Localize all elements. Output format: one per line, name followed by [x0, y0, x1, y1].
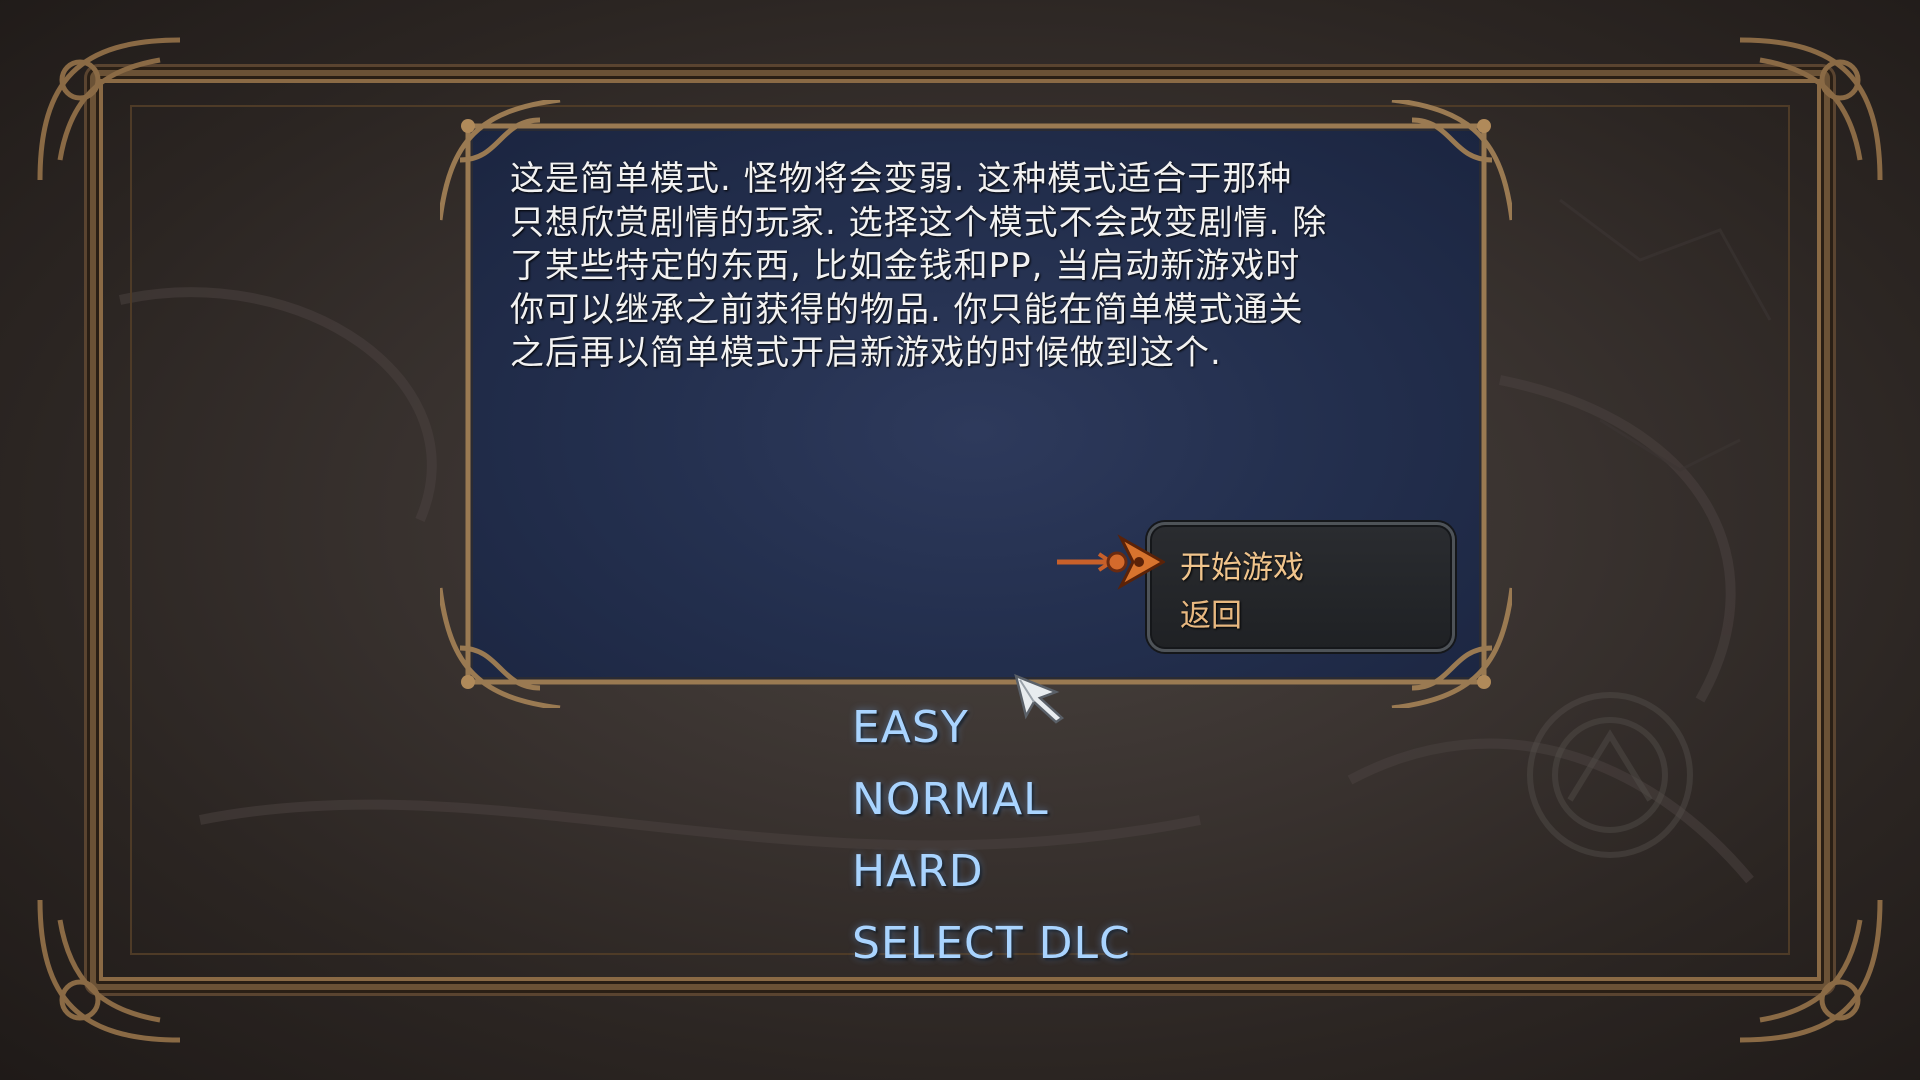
winged-cursor-icon: [1014, 673, 1065, 724]
difficulty-hard[interactable]: HARD: [852, 846, 984, 897]
difficulty-easy[interactable]: EASY: [852, 702, 969, 753]
difficulty-description: 这是简单模式. 怪物将会变弱. 这种模式适合于那种 只想欣赏剧情的玩家. 选择这…: [510, 159, 1328, 373]
corner-ornament-icon: [37, 899, 181, 1043]
corner-ornament-icon: [1739, 899, 1883, 1043]
arrow-pointer-icon: [1057, 534, 1165, 590]
start-game-option[interactable]: 开始游戏: [1180, 542, 1304, 587]
game-screen: 这是简单模式. 怪物将会变弱. 这种模式适合于那种 只想欣赏剧情的玩家. 选择这…: [0, 0, 1920, 1080]
back-option[interactable]: 返回: [1180, 590, 1242, 635]
difficulty-normal[interactable]: NORMAL: [852, 774, 1049, 825]
corner-ornament-icon: [1739, 37, 1883, 181]
corner-ornament-icon: [37, 37, 181, 181]
select-dlc-option[interactable]: SELECT DLC: [852, 918, 1131, 969]
